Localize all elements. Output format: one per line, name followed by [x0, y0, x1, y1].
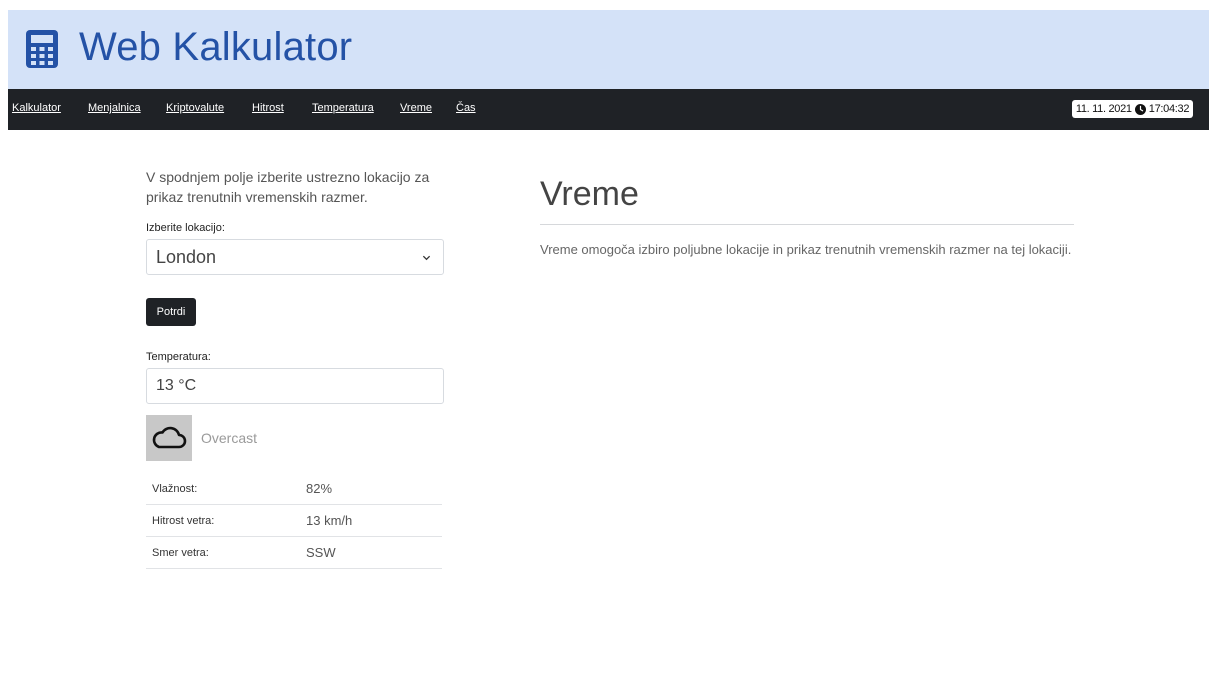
chevron-down-icon [422, 255, 431, 261]
header: Web Kalkulator [8, 10, 1209, 89]
submit-button[interactable]: Potrdi [146, 298, 196, 326]
nav-link-kriptovalute[interactable]: Kriptovalute [166, 102, 224, 114]
detail-row-humidity: Vlažnost: 82% [146, 473, 442, 505]
cloud-icon [152, 426, 187, 449]
nav-link-hitrost[interactable]: Hitrost [252, 102, 284, 114]
intro-text: V spodnjem polje izberite ustrezno lokac… [146, 169, 430, 205]
nav-link-kalkulator[interactable]: Kalkulator [12, 102, 61, 114]
clock-icon [1134, 103, 1146, 115]
page: Web Kalkulator Kalkulator Menjalnica Kri… [8, 10, 1209, 673]
section-title: Vreme [540, 175, 639, 213]
nav-link-cas[interactable]: Čas [456, 102, 476, 114]
detail-row-wind-speed: Hitrost vetra: 13 km/h [146, 505, 442, 537]
nav-link-temperatura[interactable]: Temperatura [312, 102, 374, 114]
location-label: Izberite lokacijo: [146, 222, 225, 234]
nav-link-menjalnica[interactable]: Menjalnica [88, 102, 141, 114]
weather-condition: Overcast [201, 430, 258, 446]
detail-value: 13 km/h [306, 513, 353, 528]
divider [540, 224, 1074, 225]
calculator-icon [26, 30, 58, 68]
nav-link-vreme[interactable]: Vreme [400, 102, 432, 114]
datetime-badge: 11. 11. 2021 17:04:32 [1072, 100, 1193, 118]
section-description: Vreme omogoča izbiro poljubne lokacije i… [540, 242, 1072, 257]
date-text: 11. 11. 2021 [1075, 103, 1132, 115]
location-value: London [156, 247, 217, 267]
detail-value: SSW [306, 545, 336, 560]
time-text: 17:04:32 [1148, 103, 1190, 115]
detail-value: 82% [306, 481, 333, 496]
location-select[interactable]: London [146, 239, 444, 275]
app-title: Web Kalkulator [79, 25, 353, 69]
navbar: Kalkulator Menjalnica Kriptovalute Hitro… [8, 89, 1209, 130]
temperature-value: 13 °C [156, 377, 197, 394]
weather-icon-tile [146, 415, 192, 461]
detail-key: Hitrost vetra: [152, 515, 215, 527]
temperature-label: Temperatura: [146, 351, 211, 363]
detail-row-wind-direction: Smer vetra: SSW [146, 537, 442, 569]
detail-key: Smer vetra: [152, 547, 209, 559]
detail-key: Vlažnost: [152, 483, 198, 495]
temperature-field: 13 °C [146, 368, 444, 404]
